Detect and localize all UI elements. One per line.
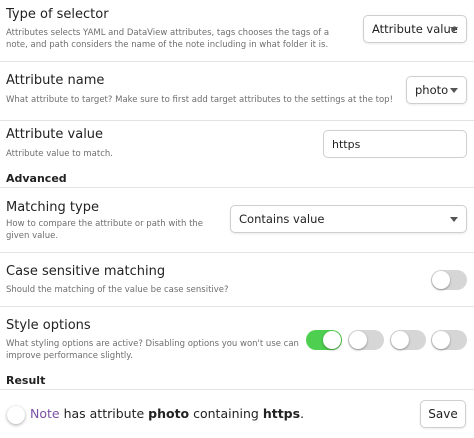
setting-type-of-selector: Type of selector Attributes selects YAML… bbox=[0, 0, 474, 60]
selector-type-dropdown[interactable]: Attribute value bbox=[363, 15, 467, 43]
result-value: https bbox=[262, 406, 301, 421]
attribute-value-input[interactable] bbox=[323, 130, 467, 158]
setting-name: Attribute value bbox=[6, 127, 104, 142]
result-attribute: photo bbox=[148, 406, 190, 421]
setting-description: How to compare the attribute or path wit… bbox=[6, 219, 204, 241]
save-button[interactable]: Save bbox=[420, 400, 466, 428]
divider bbox=[0, 389, 474, 390]
dropdown-value: photo bbox=[415, 83, 449, 97]
chevron-down-icon bbox=[450, 88, 458, 93]
case-sensitive-toggle[interactable] bbox=[431, 270, 467, 290]
preview-radio[interactable] bbox=[7, 406, 25, 424]
advanced-heading: Advanced bbox=[6, 172, 67, 185]
setting-name: Attribute name bbox=[6, 73, 105, 88]
style-option-toggle-1[interactable] bbox=[306, 330, 342, 350]
setting-name: Case sensitive matching bbox=[6, 264, 166, 279]
chevron-down-icon bbox=[450, 217, 458, 222]
settings-panel: Type of selector Attributes selects YAML… bbox=[0, 0, 474, 438]
setting-case-sensitive: Case sensitive matching Should the match… bbox=[0, 252, 474, 306]
note-link[interactable]: Note bbox=[30, 406, 60, 421]
setting-matching-type: Matching type How to compare the attribu… bbox=[0, 188, 474, 251]
setting-style-options: Style options What styling options are a… bbox=[0, 306, 474, 370]
matching-type-dropdown[interactable]: Contains value bbox=[230, 205, 467, 233]
toggle-knob bbox=[432, 271, 450, 289]
style-option-toggle-4[interactable] bbox=[431, 330, 467, 350]
attribute-name-dropdown[interactable]: photo bbox=[406, 76, 467, 104]
setting-description: Should the matching of the value be case… bbox=[6, 285, 229, 295]
setting-name: Style options bbox=[6, 318, 91, 333]
toggle-knob bbox=[349, 331, 367, 349]
result-sentence: Note has attribute photo containing http… bbox=[30, 406, 304, 421]
style-option-toggle-3[interactable] bbox=[390, 330, 426, 350]
setting-attribute-value: Attribute value Attribute value to match… bbox=[0, 120, 474, 168]
setting-description: What attribute to target? Make sure to f… bbox=[6, 95, 393, 105]
result-text-part: containing bbox=[189, 406, 263, 421]
setting-name: Type of selector bbox=[6, 7, 109, 22]
setting-description: Attribute value to match. bbox=[6, 149, 113, 159]
result-text-part: has attribute bbox=[59, 406, 149, 421]
toggle-knob bbox=[391, 331, 409, 349]
dropdown-value: Contains value bbox=[239, 212, 325, 226]
result-preview: Note has attribute photo containing http… bbox=[0, 398, 474, 432]
setting-description: What styling options are active? Disabli… bbox=[6, 339, 299, 361]
result-text-part: . bbox=[300, 406, 305, 421]
result-heading: Result bbox=[6, 374, 46, 387]
chevron-down-icon bbox=[450, 27, 458, 32]
setting-name: Matching type bbox=[6, 200, 99, 215]
setting-attribute-name: Attribute name What attribute to target?… bbox=[0, 61, 474, 120]
toggle-knob bbox=[323, 331, 341, 349]
setting-description: Attributes selects YAML and DataView att… bbox=[6, 28, 330, 50]
toggle-knob bbox=[432, 331, 450, 349]
style-option-toggle-2[interactable] bbox=[348, 330, 384, 350]
dropdown-value: Attribute value bbox=[372, 22, 458, 36]
